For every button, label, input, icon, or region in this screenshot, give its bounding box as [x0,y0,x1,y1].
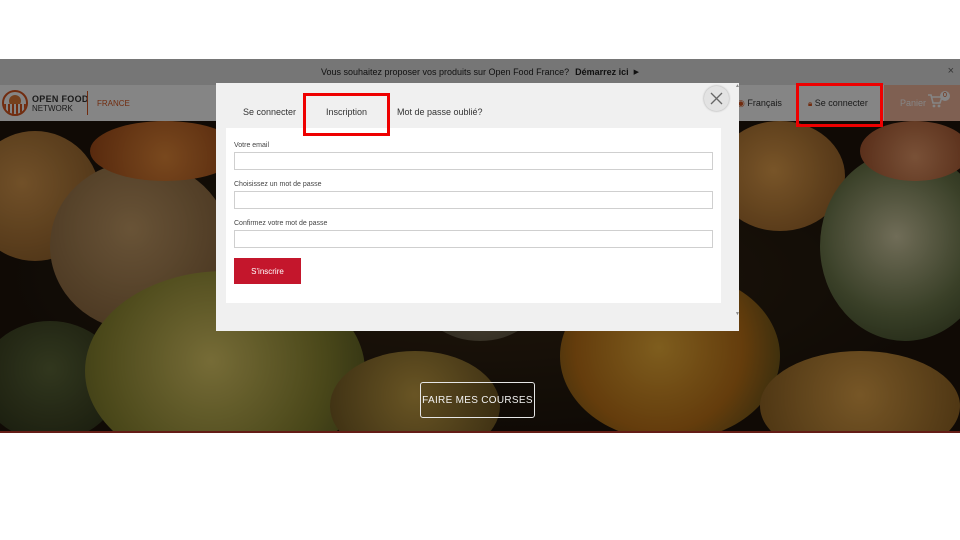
scroll-up-icon[interactable]: ▲ [735,83,740,89]
password-label: Choisissez un mot de passe [234,181,322,188]
confirm-password-field[interactable] [234,230,713,248]
modal-close-button[interactable] [704,86,729,111]
email-label: Votre email [234,142,270,149]
highlight-login-link [796,83,883,127]
modal-scrollbar[interactable]: ▲ ▼ [734,83,740,331]
auth-modal: Se connecter Inscription Mot de passe ou… [216,83,740,331]
shop-now-button[interactable]: FAIRE MES COURSES [420,382,535,418]
close-icon [710,92,723,105]
highlight-register-tab [303,93,390,136]
register-submit-button[interactable]: S'inscrire [234,258,301,284]
email-field[interactable] [234,152,713,170]
scroll-down-icon[interactable]: ▼ [735,311,740,317]
tab-forgot-password[interactable]: Mot de passe oublié? [397,107,483,117]
register-form: Votre email Choisissez un mot de passe C… [226,128,721,303]
page: Vous souhaitez proposer vos produits sur… [0,0,960,540]
confirm-password-label: Confirmez votre mot de passe [234,220,328,227]
password-field[interactable] [234,191,713,209]
tab-login[interactable]: Se connecter [243,107,296,117]
